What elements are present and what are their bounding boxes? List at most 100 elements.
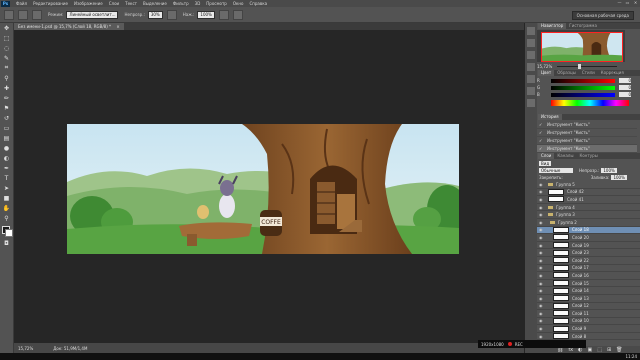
layer-row[interactable]: ◉ Слой 23	[537, 249, 640, 257]
navigator-thumbnail[interactable]	[541, 32, 623, 62]
layer-group-row[interactable]: ◉ Группа 5	[537, 181, 640, 189]
paragraph-panel-icon[interactable]	[527, 99, 535, 107]
fill-field[interactable]: 100%	[611, 175, 627, 180]
navigator-zoom-value[interactable]: 15,72%	[537, 64, 552, 69]
document-size-info[interactable]: Док: 51,9M/1,4M	[53, 346, 87, 351]
actions-panel-icon[interactable]	[527, 39, 535, 47]
navigator-preview[interactable]	[537, 30, 625, 62]
quick-mask-icon[interactable]: ◘	[2, 239, 11, 247]
tab-layers[interactable]: Слои	[538, 153, 555, 159]
visibility-eye-icon[interactable]: ◉	[539, 273, 545, 278]
menu-type[interactable]: Текст	[125, 1, 137, 6]
close-tab-icon[interactable]: ×	[116, 24, 119, 29]
history-item[interactable]: ✓ Инструмент "Кисть"	[537, 137, 637, 145]
visibility-eye-icon[interactable]: ◉	[539, 311, 545, 316]
quick-select-tool-icon[interactable]: ✎	[2, 54, 11, 62]
tab-swatches[interactable]: Образцы	[554, 70, 579, 76]
menu-file[interactable]: Файл	[16, 1, 27, 6]
properties-panel-icon[interactable]	[527, 51, 535, 59]
brush-tool-icon[interactable]: ✏	[2, 94, 11, 102]
character-panel-icon[interactable]	[527, 87, 535, 95]
minimize-button[interactable]: —	[617, 1, 622, 5]
eraser-tool-icon[interactable]: ▭	[2, 124, 11, 132]
visibility-eye-icon[interactable]: ◉	[539, 334, 545, 339]
eyedropper-tool-icon[interactable]: ⚲	[2, 74, 11, 82]
tab-navigator[interactable]: Навигатор	[538, 23, 567, 29]
menu-edit[interactable]: Редактирование	[33, 1, 68, 6]
history-panel-icon[interactable]	[527, 27, 535, 35]
workspace-select[interactable]: Основная рабочая среда	[571, 11, 634, 20]
color-swatches[interactable]	[2, 226, 13, 237]
layer-row[interactable]: ◉ Слой 15	[537, 280, 640, 288]
blur-tool-icon[interactable]: ●	[2, 144, 11, 152]
clone-source-icon[interactable]	[527, 75, 535, 83]
add-mask-icon[interactable]: ▣	[587, 347, 592, 353]
visibility-eye-icon[interactable]: ◉	[539, 250, 545, 255]
tab-histogram[interactable]: Гистограмма	[566, 23, 600, 29]
visibility-eye-icon[interactable]: ◉	[539, 326, 545, 331]
new-group-icon[interactable]: ⬚	[597, 347, 602, 353]
navigator-zoom-slider[interactable]	[557, 63, 617, 69]
visibility-eye-icon[interactable]: ◉	[539, 318, 545, 323]
layer-row[interactable]: ◉ Слой 18	[537, 226, 640, 235]
menu-view[interactable]: Просмотр	[206, 1, 227, 6]
visibility-eye-icon[interactable]: ◉	[539, 296, 545, 301]
airbrush-icon[interactable]	[218, 9, 229, 20]
pressure-opacity-icon[interactable]	[166, 9, 177, 20]
visibility-eye-icon[interactable]: ◉	[539, 265, 545, 270]
layer-row[interactable]: ◉ Слой 20	[537, 234, 640, 242]
layer-row[interactable]: ◉ Слой 19	[537, 242, 640, 250]
layer-filter-select[interactable]: Вид	[539, 161, 552, 166]
zoom-level[interactable]: 15,72%	[18, 346, 33, 351]
layer-row[interactable]: ◉ Слой 14	[537, 287, 640, 295]
tab-channels[interactable]: Каналы	[554, 153, 576, 159]
history-brush-tool-icon[interactable]: ↺	[2, 114, 11, 122]
blend-mode-select[interactable]: Обычные	[539, 168, 573, 173]
menu-layers[interactable]: Слои	[109, 1, 119, 6]
document-tab[interactable]: Без имени-1.psd @ 15,7% (Слой 18, RGB/8)…	[14, 23, 124, 30]
stamp-tool-icon[interactable]: ⚑	[2, 104, 11, 112]
visibility-eye-icon[interactable]: ◉	[539, 281, 545, 286]
healing-tool-icon[interactable]: ✚	[2, 84, 11, 92]
dodge-tool-icon[interactable]: ◐	[2, 154, 11, 162]
blue-value[interactable]: 0	[619, 92, 631, 97]
visibility-eye-icon[interactable]: ◉	[539, 212, 545, 217]
layer-row[interactable]: ◉ Слой 42	[537, 188, 640, 197]
visibility-eye-icon[interactable]: ◉	[539, 205, 545, 210]
visibility-eye-icon[interactable]: ◉	[539, 197, 545, 202]
tab-history[interactable]: История	[538, 114, 562, 120]
lasso-tool-icon[interactable]: ◌	[2, 44, 11, 52]
crop-tool-icon[interactable]: ⌗	[2, 64, 11, 72]
tab-color[interactable]: Цвет	[538, 70, 555, 76]
blue-slider[interactable]	[551, 92, 615, 97]
tab-adjustments[interactable]: Коррекция	[598, 70, 627, 76]
tab-styles[interactable]: Стили	[579, 70, 598, 76]
brush-panel-icon[interactable]	[32, 9, 42, 20]
shape-tool-icon[interactable]: ■	[2, 194, 11, 202]
mode-select[interactable]: Линейный осветлит...	[66, 10, 119, 19]
menu-window[interactable]: Окно	[233, 1, 244, 6]
layer-row[interactable]: ◉ Слой 16	[537, 272, 640, 280]
menu-help[interactable]: Справка	[249, 1, 267, 6]
brush-panel-icon-strip[interactable]	[527, 63, 535, 71]
history-item[interactable]: ✓ Инструмент "Кисть"	[537, 121, 637, 129]
visibility-eye-icon[interactable]: ◉	[539, 227, 545, 232]
layer-row[interactable]: ◉ Слой 9	[537, 325, 640, 333]
menu-image[interactable]: Изображение	[74, 1, 103, 6]
history-item-active[interactable]: ✓ Инструмент "Кисть"	[537, 145, 637, 153]
visibility-eye-icon[interactable]: ◉	[539, 258, 545, 263]
document-canvas[interactable]: COFFE	[67, 124, 459, 254]
maximize-button[interactable]: ▭	[625, 1, 630, 5]
layer-row[interactable]: ◉ Слой 12	[537, 302, 640, 311]
visibility-eye-icon[interactable]: ◉	[539, 243, 545, 248]
zoom-tool-icon[interactable]: ⚲	[2, 214, 11, 222]
visibility-eye-icon[interactable]: ◉	[539, 182, 545, 187]
menu-3d[interactable]: 3D	[195, 1, 201, 6]
new-layer-icon[interactable]: ⊞	[607, 347, 611, 353]
navigator-zoom-knob[interactable]	[578, 63, 581, 69]
layer-group-row[interactable]: ◉ Группа 2	[537, 219, 640, 227]
menu-filter[interactable]: Фильтр	[173, 1, 189, 6]
record-icon[interactable]	[507, 342, 512, 346]
pressure-size-icon[interactable]	[232, 9, 243, 20]
move-tool-icon[interactable]: ✥	[2, 24, 11, 32]
